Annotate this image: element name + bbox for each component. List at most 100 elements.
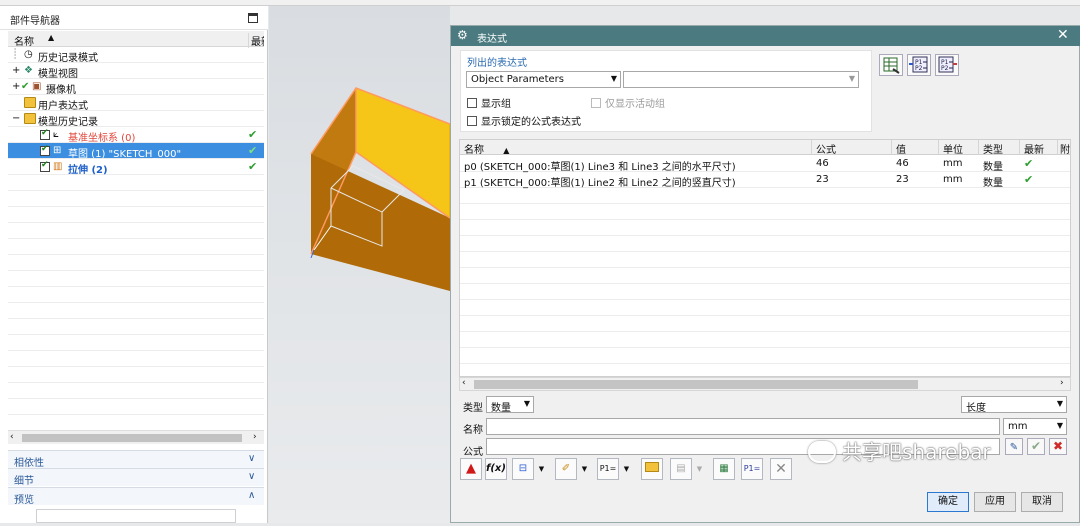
tree-item-model-history[interactable]: − 模型历史记录	[8, 111, 264, 128]
cell-unit: mm	[943, 174, 963, 185]
table-empty-row	[460, 300, 1070, 316]
tree-item-camera[interactable]: + ✔ ▣ 摄像机	[8, 79, 264, 96]
table-row[interactable]: p1 (SKETCH_000:草图(1) Line2 和 Line2 之间的竖直…	[460, 172, 1070, 189]
column-header-formula[interactable]: 公式	[812, 140, 892, 155]
delete-x-icon[interactable]: ✕	[770, 458, 792, 480]
column-latest-header[interactable]: 最新	[248, 33, 264, 48]
dimension-select[interactable]: 长度 ▼	[961, 396, 1067, 414]
reference-expression-icon[interactable]: P1=	[597, 458, 619, 480]
measure-icon[interactable]: ⊟	[512, 458, 534, 480]
ok-button[interactable]: 确定	[927, 492, 969, 512]
table-empty-row	[460, 332, 1070, 348]
scroll-right-icon[interactable]: ›	[1060, 378, 1064, 388]
svg-text:P2=: P2=	[915, 65, 927, 72]
dropdown-arrow-icon[interactable]: ▼	[622, 458, 631, 480]
show-groups-checkbox[interactable]: 显示组	[467, 95, 511, 110]
panel-preview[interactable]: 预览 ∧	[8, 487, 264, 506]
column-header-type[interactable]: 类型	[979, 140, 1020, 155]
visibility-checkbox[interactable]	[40, 160, 50, 172]
type-select[interactable]: 数量 ▼	[486, 396, 534, 414]
tree-empty-row	[8, 191, 264, 207]
edit-formula-icon[interactable]: ✎	[1005, 438, 1023, 455]
column-name-header[interactable]: 名称	[14, 33, 34, 48]
column-header-name[interactable]: 名称 ▲	[460, 140, 812, 155]
dialog-titlebar[interactable]: ⚙ 表达式 ✕	[451, 26, 1080, 46]
open-folder-icon[interactable]	[641, 458, 663, 480]
column-header-value[interactable]: 值	[892, 140, 939, 155]
collapse-minus-icon[interactable]: −	[12, 113, 20, 124]
cell-formula: 23	[816, 174, 829, 185]
header-label: 名称	[464, 145, 484, 155]
panel-details[interactable]: 细节 ∨	[8, 468, 264, 487]
spreadsheet-refresh-icon[interactable]: ▦	[713, 458, 735, 480]
scroll-thumb[interactable]	[474, 380, 918, 389]
feature-parameter-icon[interactable]: ✐	[555, 458, 577, 480]
checkbox-box[interactable]	[467, 116, 477, 126]
accept-check-icon[interactable]: ✔	[1027, 438, 1045, 455]
dropdown-arrow-icon[interactable]: ▼	[537, 458, 546, 480]
reject-x-icon[interactable]: ✖	[1049, 438, 1067, 455]
column-header-unit[interactable]: 单位	[939, 140, 979, 155]
scroll-left-icon[interactable]: ‹	[10, 432, 14, 442]
apply-button[interactable]: 应用	[974, 492, 1016, 512]
table-empty-row	[460, 268, 1070, 284]
extrude-icon: ▥	[53, 161, 63, 172]
spreadsheet-edit-icon[interactable]	[879, 54, 903, 76]
preview-area	[36, 509, 236, 523]
dropdown-arrow-icon: ▼	[696, 465, 703, 473]
chevron-down-icon[interactable]: ∨	[248, 453, 255, 464]
name-input[interactable]	[486, 418, 1000, 435]
visibility-checkbox[interactable]	[40, 128, 50, 140]
watermark-text: 共享吧sharebar	[842, 440, 991, 464]
import-expressions-icon[interactable]: P1= P2=	[907, 54, 931, 76]
datum-csys-icon: ⟀	[53, 129, 59, 140]
navigator-column-header: 名称 ▲ 最新	[8, 31, 264, 48]
sketch-icon: ⊞	[53, 145, 62, 156]
sort-ascending-icon: ▲	[503, 146, 510, 155]
column-header-extra[interactable]: 附	[1058, 140, 1070, 155]
tree-item-history-mode[interactable]: ┊ ◷ 历史记录模式	[8, 47, 264, 64]
visibility-checkbox[interactable]	[40, 144, 50, 156]
tree-item-model-views[interactable]: + ❖ 模型视图	[8, 63, 264, 80]
select-value: 数量	[491, 403, 511, 414]
scroll-right-icon[interactable]: ›	[253, 432, 257, 442]
dropdown-arrow-icon[interactable]: ▼	[580, 458, 589, 480]
type-label: 类型	[463, 403, 483, 414]
function-fx-icon[interactable]: f(x)	[485, 458, 507, 480]
maximize-icon[interactable]	[248, 13, 258, 23]
checkbox-box[interactable]	[467, 98, 477, 108]
extruded-block-model[interactable]	[269, 6, 451, 523]
watermark: 共享吧sharebar	[808, 436, 991, 465]
tree-item-user-expressions[interactable]: 用户表达式	[8, 95, 264, 112]
close-icon[interactable]: ✕	[1057, 27, 1069, 43]
cancel-button[interactable]: 取消	[1021, 492, 1063, 512]
panel-dependency[interactable]: 相依性 ∨	[8, 450, 264, 469]
table-row[interactable]: p0 (SKETCH_000:草图(1) Line3 和 Line3 之间的水平…	[460, 156, 1070, 173]
expand-plus-icon[interactable]: +	[12, 65, 20, 76]
chevron-down-icon[interactable]: ∨	[248, 471, 255, 482]
checkbox-label: 显示锁定的公式表达式	[481, 117, 581, 128]
graphics-viewport[interactable]	[269, 6, 451, 523]
navigator-horizontal-scrollbar[interactable]: ‹ ›	[8, 430, 264, 444]
formula-label: 公式	[463, 447, 483, 458]
chevron-up-icon[interactable]: ∧	[248, 490, 255, 501]
export-expressions-icon[interactable]: P1= P2=	[935, 54, 959, 76]
expression-list-icon[interactable]: P1=	[741, 458, 763, 480]
column-header-latest[interactable]: 最新	[1020, 140, 1058, 155]
tree-item-datum-csys[interactable]: ⟀ 基准坐标系 (0) ✔	[8, 127, 264, 144]
tree-empty-row	[8, 271, 264, 287]
folder-icon	[24, 97, 36, 108]
scroll-thumb[interactable]	[22, 434, 242, 442]
model-views-icon: ❖	[24, 65, 33, 76]
tree-item-extrude[interactable]: ▥ 拉伸 (2) ✔	[8, 159, 264, 176]
show-locked-checkbox[interactable]: 显示锁定的公式表达式	[467, 113, 581, 128]
scroll-left-icon[interactable]: ‹	[462, 378, 466, 388]
tree-item-label: 草图 (1) "SKETCH_000"	[68, 149, 182, 160]
unit-select[interactable]: mm ▼	[1003, 418, 1067, 435]
table-horizontal-scrollbar[interactable]: ‹ ›	[459, 377, 1071, 391]
filter-text-combo[interactable]: ▼	[623, 71, 859, 88]
expand-plus-icon[interactable]: +	[12, 81, 20, 92]
tree-item-sketch[interactable]: ⊞ 草图 (1) "SKETCH_000" ✔	[8, 143, 264, 160]
expression-filter-select[interactable]: Object Parameters ▼	[466, 71, 621, 88]
triangle-up-icon[interactable]: ▲	[460, 458, 482, 480]
